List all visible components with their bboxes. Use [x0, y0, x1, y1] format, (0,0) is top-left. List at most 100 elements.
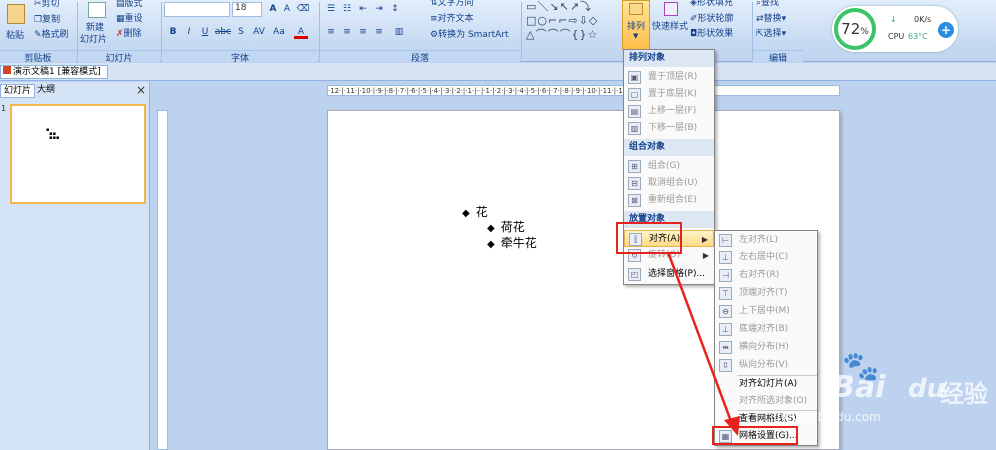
- arrange-icon: [629, 3, 643, 15]
- paste-button[interactable]: 粘贴: [2, 2, 30, 48]
- brush-icon: ✎: [34, 30, 42, 40]
- format-painter-button[interactable]: ✎格式刷: [34, 27, 69, 40]
- down-arrow-icon: ↓: [890, 15, 897, 24]
- font-color-button[interactable]: A: [294, 26, 308, 39]
- text-direction-button[interactable]: ⇅文字方向: [430, 0, 474, 8]
- document-tab-bar: 演示文稿1 [兼容模式]: [0, 63, 996, 81]
- diamond-bullet-icon: ◆: [487, 239, 495, 250]
- bring-forward-item[interactable]: ▤ 上移一层(F): [624, 103, 714, 120]
- cpu-label: CPU: [888, 32, 905, 41]
- chevron-down-icon: ▾: [781, 14, 787, 24]
- slide-thumbnail[interactable]: ▪ · ▪▪ ▪▪▪: [10, 104, 146, 204]
- bring-to-front-item[interactable]: ▣ 置于顶层(R): [624, 69, 714, 86]
- justify-icon[interactable]: ≡: [372, 26, 386, 39]
- find-button[interactable]: ⌕查找: [756, 0, 779, 8]
- editing-group-label: 编辑: [753, 50, 803, 64]
- columns-icon[interactable]: ▥: [392, 26, 406, 39]
- replace-icon: ⇄: [756, 14, 764, 24]
- new-slide-icon: [88, 2, 106, 18]
- regroup-icon: ⊠: [628, 194, 641, 207]
- smartart-button[interactable]: ⚙转换为 SmartArt: [430, 27, 509, 40]
- grow-font-button[interactable]: A: [266, 3, 280, 16]
- group-item[interactable]: ⊞ 组合(G): [624, 158, 714, 175]
- arrange-button[interactable]: 排列 ▼: [622, 0, 650, 50]
- change-case-button[interactable]: Aa: [270, 26, 288, 39]
- quick-styles-icon: [664, 2, 678, 16]
- shape-outline-button[interactable]: ✐形状轮廓: [690, 11, 734, 24]
- align-left-icon[interactable]: ≡: [324, 26, 338, 39]
- network-speed: 0K/s: [914, 15, 932, 24]
- shape-effects-button[interactable]: ◘形状效果: [690, 26, 733, 39]
- bullet-item[interactable]: ◆ 荷花: [487, 218, 525, 235]
- delete-slide-button[interactable]: ✗删除: [116, 26, 142, 39]
- thumbnail-content: ▪ · ▪▪ ▪▪▪: [46, 127, 60, 141]
- slide-number: 1: [1, 104, 7, 113]
- chevron-down-icon: ▼: [633, 32, 639, 40]
- send-backward-icon: ▥: [628, 122, 641, 135]
- indent-icon[interactable]: ⇤: [356, 3, 370, 16]
- close-icon[interactable]: ×: [136, 83, 146, 97]
- underline-button[interactable]: U: [198, 26, 212, 39]
- ungroup-icon: ⊟: [628, 177, 641, 190]
- tab-slides[interactable]: 幻灯片: [0, 84, 36, 98]
- reset-button[interactable]: ▦重设: [116, 11, 143, 24]
- delete-icon: ✗: [116, 29, 124, 39]
- send-to-back-item[interactable]: ▢ 置于底层(K): [624, 86, 714, 103]
- outdent-icon[interactable]: ⇥: [372, 3, 386, 16]
- new-slide-button[interactable]: 新建 幻灯片: [80, 0, 114, 48]
- select-button[interactable]: ⇱选择▾: [756, 26, 786, 39]
- align-center-icon[interactable]: ≡: [340, 26, 354, 39]
- document-tab[interactable]: 演示文稿1 [兼容模式]: [0, 65, 108, 79]
- line-spacing-icon[interactable]: ↕: [388, 3, 402, 16]
- bring-forward-icon: ▤: [628, 105, 641, 118]
- send-backward-item[interactable]: ▥ 下移一层(B): [624, 120, 714, 137]
- font-size-combo[interactable]: 18: [232, 2, 262, 17]
- italic-button[interactable]: I: [182, 26, 196, 39]
- send-back-icon: ▢: [628, 88, 641, 101]
- bullets-icon[interactable]: ☰: [324, 3, 338, 16]
- chevron-down-icon: ▾: [781, 29, 787, 39]
- shapes-gallery[interactable]: ▭＼↘↖↗⤵ □○⌐⌐⇨⇩◇ △⌒⌒⌒{}☆: [526, 0, 618, 41]
- group-icon: ⊞: [628, 160, 641, 173]
- strikethrough-button[interactable]: abc: [214, 26, 232, 39]
- slides-group-label: 幻灯片: [78, 50, 160, 64]
- shrink-font-button[interactable]: A: [280, 3, 294, 16]
- layout-button[interactable]: ▤版式: [116, 0, 143, 9]
- shadow-button[interactable]: S: [234, 26, 248, 39]
- outline-icon: ✐: [690, 14, 698, 24]
- ungroup-item[interactable]: ⊟ 取消组合(U): [624, 175, 714, 192]
- align-right-icon[interactable]: ≡: [356, 26, 370, 39]
- vertical-ruler: [157, 110, 168, 450]
- shapes-row-2: □○⌐⌐⇨⇩◇: [526, 14, 599, 27]
- menu-header-order: 排列对象: [624, 50, 714, 67]
- bullet-item[interactable]: ◆ 花: [462, 203, 488, 220]
- add-icon[interactable]: +: [938, 22, 954, 38]
- replace-button[interactable]: ⇄替换▾: [756, 11, 786, 24]
- text-direction-icon: ⇅: [430, 0, 438, 8]
- align-text-button[interactable]: ≡对齐文本: [430, 11, 474, 24]
- font-name-combo[interactable]: [164, 2, 230, 17]
- bold-button[interactable]: B: [166, 26, 180, 39]
- copy-button[interactable]: ❐复制: [34, 12, 60, 25]
- shape-fill-button[interactable]: ◈形状填充: [690, 0, 733, 8]
- tab-outline[interactable]: 大纲: [34, 84, 58, 98]
- char-spacing-button[interactable]: AV: [250, 26, 268, 39]
- horizontal-ruler: ·12·|·11·|·10·|·9·|·8·|·7·|·6·|·5·|·4·|·…: [327, 85, 840, 96]
- quick-styles-button[interactable]: 快速样式: [652, 0, 690, 48]
- cpu-temp: 63°C: [908, 32, 928, 41]
- align-left-item[interactable]: ⊢ 左对齐(L): [715, 232, 817, 249]
- smartart-icon: ⚙: [430, 30, 439, 40]
- bullet-item[interactable]: ◆ 牵牛花: [487, 234, 537, 251]
- scissors-icon: ✂: [34, 0, 42, 9]
- font-group-label: 字体: [162, 50, 318, 64]
- paragraph-group-label: 段落: [320, 50, 520, 64]
- clear-format-icon[interactable]: ⌫: [296, 3, 310, 16]
- selection-pane-icon: ◰: [628, 268, 641, 281]
- clipboard-group-label: 剪贴板: [0, 50, 76, 64]
- numbering-icon[interactable]: ☷: [340, 3, 354, 16]
- cut-button[interactable]: ✂剪切: [34, 0, 60, 9]
- paste-icon: [7, 4, 25, 24]
- regroup-item[interactable]: ⊠ 重新组合(E): [624, 192, 714, 209]
- cpu-monitor-widget[interactable]: 72% ↓ 0K/s CPU 63°C +: [832, 6, 958, 52]
- layout-icon: ▤: [116, 0, 125, 9]
